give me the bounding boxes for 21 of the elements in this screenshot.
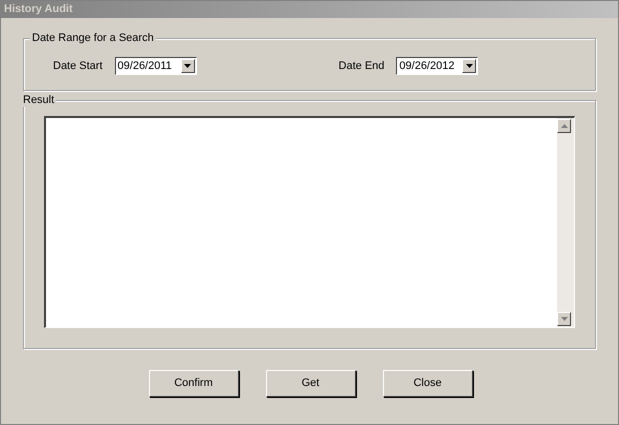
- field-label: Date End: [338, 58, 384, 74]
- down-arrow-icon: [184, 64, 192, 68]
- date-value: 09/26/2012: [399, 58, 454, 74]
- date-value: 09/26/2011: [118, 58, 172, 74]
- up-arrow-icon: [560, 124, 568, 128]
- down-arrow-icon: [466, 64, 473, 68]
- group-title: Result: [23, 93, 56, 107]
- dropdown-button[interactable]: [462, 59, 476, 73]
- scroll-up-button[interactable]: [557, 119, 571, 133]
- dropdown-button[interactable]: [180, 59, 195, 73]
- scroll-down-button[interactable]: [557, 312, 571, 326]
- dialog-button[interactable]: Close: [382, 370, 472, 397]
- window-title: History Audit: [4, 2, 73, 18]
- dialog-button[interactable]: Get: [266, 370, 356, 397]
- down-arrow-icon: [560, 317, 568, 321]
- dialog-button[interactable]: Confirm: [148, 370, 238, 397]
- date-picker[interactable]: 09/26/2011: [114, 57, 197, 75]
- vertical-scrollbar[interactable]: [557, 118, 574, 327]
- field-label: Date Start: [53, 58, 103, 74]
- group-title: Date Range for a Search: [30, 31, 156, 45]
- date-picker[interactable]: 09/26/2012: [396, 57, 478, 75]
